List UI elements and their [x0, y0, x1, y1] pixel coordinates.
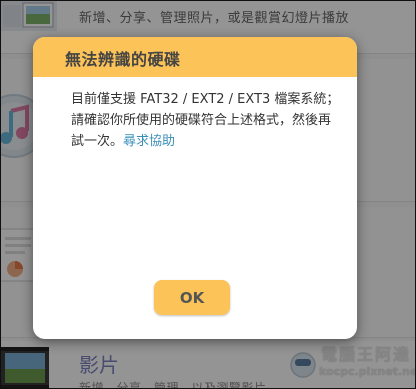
dialog-message: 目前僅支援 FAT32 / EXT2 / EXT3 檔案系統；請確認你所使用的硬… — [71, 89, 341, 152]
dialog-header: 無法辨識的硬碟 — [33, 37, 357, 77]
help-link[interactable]: 尋求協助 — [123, 134, 175, 149]
error-dialog: 無法辨識的硬碟 目前僅支援 FAT32 / EXT2 / EXT3 檔案系統；請… — [33, 37, 357, 339]
dialog-title: 無法辨識的硬碟 — [65, 50, 181, 69]
ok-button[interactable]: OK — [154, 280, 230, 315]
dialog-message-text: 目前僅支援 FAT32 / EXT2 / EXT3 檔案系統；請確認你所使用的硬… — [71, 92, 340, 149]
